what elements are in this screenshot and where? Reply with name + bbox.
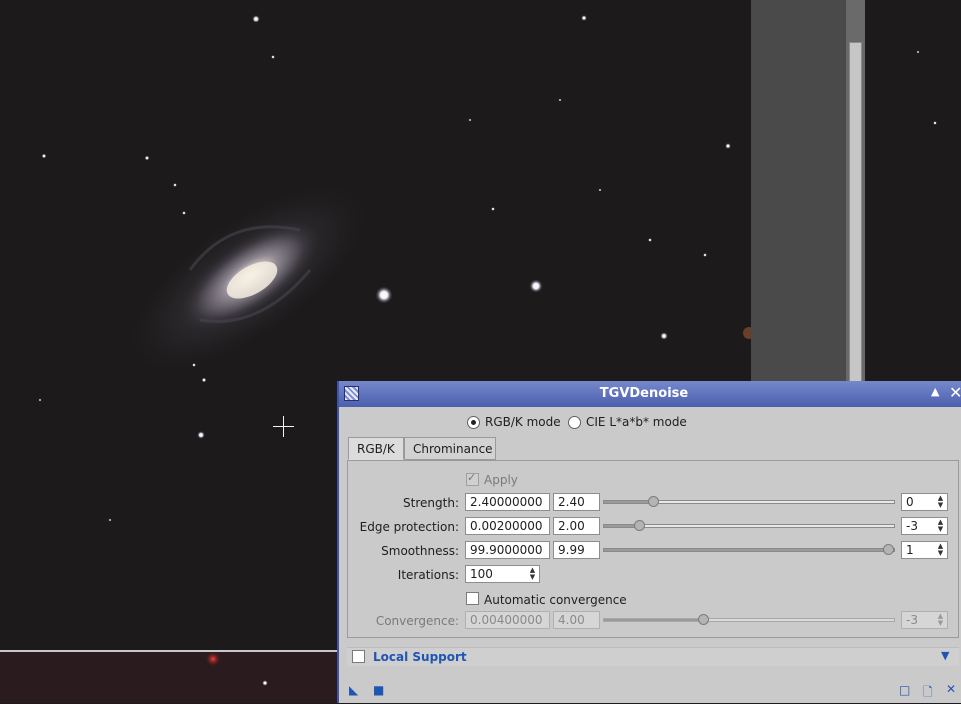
local-support-checkbox[interactable]	[352, 650, 365, 663]
tgvdenoise-window: TGVDenoise ▲ ✕ RGB/K mode CIE L*a*b* mod…	[337, 381, 961, 703]
title-bar[interactable]: TGVDenoise ▲ ✕	[339, 381, 961, 407]
spin-value: 100	[470, 567, 493, 581]
reset-icon[interactable]: ✕	[946, 682, 956, 696]
rgbk-mode-label: RGB/K mode	[485, 415, 561, 429]
edge-protection-input[interactable]: 0.00200000	[465, 517, 550, 535]
window-title: TGVDenoise	[599, 386, 689, 401]
spin-arrows-icon[interactable]: ▲ ▼	[527, 567, 538, 581]
tab-rgbk[interactable]: RGB/K	[348, 437, 404, 460]
tab-chrominance[interactable]: Chrominance	[404, 437, 496, 460]
local-support-title[interactable]: Local Support	[373, 650, 467, 664]
edge-protection-slider[interactable]	[603, 520, 895, 531]
preview-icon[interactable]: □	[899, 683, 910, 697]
convergence-short-input[interactable]: 4.00	[553, 611, 600, 629]
spin-value: 1	[906, 543, 914, 557]
scrollbar-thumb[interactable]	[849, 42, 862, 382]
execute-icon[interactable]: ■	[373, 683, 384, 697]
strength-short-input[interactable]: 2.40	[553, 493, 600, 511]
preview-divider	[0, 650, 337, 652]
convergence-input[interactable]: 0.00400000	[465, 611, 550, 629]
spin-arrows-icon[interactable]: ▲ ▼	[935, 495, 946, 509]
slider-fill	[604, 619, 703, 621]
edge-protection-short-input[interactable]: 2.00	[553, 517, 600, 535]
convergence-spinbox[interactable]: -3 ▲ ▼	[901, 611, 948, 629]
edge-protection-label: Edge protection:	[359, 520, 459, 534]
iterations-label: Iterations:	[397, 568, 459, 582]
smoothness-spinbox[interactable]: 1 ▲ ▼	[901, 541, 948, 559]
local-support-section[interactable]: Local Support ▼	[347, 647, 959, 666]
bottom-toolbar: ◣ ■ □ 🗋 ✕	[339, 681, 961, 701]
convergence-slider[interactable]	[603, 614, 895, 625]
radio-icon[interactable]	[467, 416, 480, 429]
strength-slider[interactable]	[603, 496, 895, 507]
strength-spinbox[interactable]: 0 ▲ ▼	[901, 493, 948, 511]
edge-protection-spinbox[interactable]: -3 ▲ ▼	[901, 517, 948, 535]
smoothness-short-input[interactable]: 9.99	[553, 541, 600, 559]
slider-fill	[604, 549, 889, 551]
strength-input[interactable]: 2.40000000	[465, 493, 550, 511]
cielab-mode-label: CIE L*a*b* mode	[586, 415, 687, 429]
radio-icon[interactable]	[568, 416, 581, 429]
smoothness-label: Smoothness:	[381, 544, 459, 558]
slider-fill	[604, 501, 654, 503]
convergence-label: Convergence:	[375, 614, 459, 628]
new-instance-icon[interactable]: 🗋	[923, 683, 933, 704]
strength-label: Strength:	[403, 496, 459, 510]
smoothness-slider[interactable]	[603, 544, 895, 555]
iterations-spinbox[interactable]: 100 ▲ ▼	[465, 565, 540, 583]
auto-convergence-checkbox[interactable]	[466, 592, 479, 605]
shade-up-icon[interactable]: ▲	[931, 385, 939, 398]
apply-global-icon[interactable]: ◣	[349, 683, 358, 697]
slider-handle[interactable]	[633, 520, 645, 531]
spin-value: -3	[906, 613, 918, 627]
expand-section-icon[interactable]: ▼	[941, 649, 949, 662]
crosshair-cursor-vertical	[283, 416, 284, 437]
spin-arrows-icon[interactable]: ▲ ▼	[935, 519, 946, 533]
apply-checkbox[interactable]	[466, 471, 479, 486]
smoothness-input[interactable]: 99.9000000	[465, 541, 550, 559]
spin-value: 0	[906, 495, 914, 509]
apply-label: Apply	[484, 473, 518, 487]
auto-convergence-label: Automatic convergence	[484, 593, 627, 607]
slider-handle[interactable]	[697, 614, 709, 625]
spin-arrows-icon[interactable]: ▲ ▼	[935, 543, 946, 557]
spin-value: -3	[906, 519, 918, 533]
spin-arrows-icon[interactable]: ▲ ▼	[935, 613, 946, 627]
close-icon[interactable]: ✕	[949, 383, 961, 402]
